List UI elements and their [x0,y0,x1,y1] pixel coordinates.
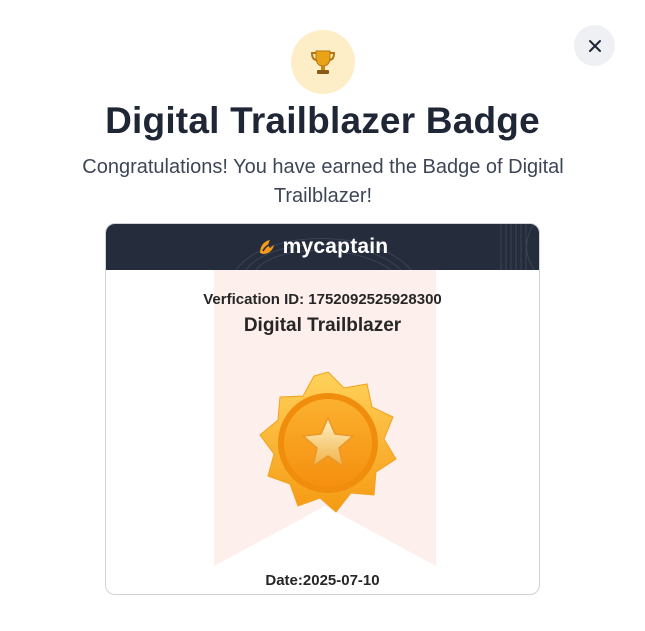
badge-name: Digital Trailblazer [243,315,402,336]
brand-name: mycaptain [282,235,389,258]
star-medal-icon [259,371,397,513]
trophy-badge [291,30,355,94]
badge-certificate: mycaptain Verfication ID: 17520925259283… [105,223,540,595]
trophy-icon [310,50,336,74]
certificate-header: mycaptain [106,224,539,270]
close-button[interactable] [574,25,615,66]
issue-date: Date:2025-07-10 [265,572,380,589]
brand: mycaptain [106,224,539,270]
close-icon [588,39,601,52]
dialog-subtitle: Congratulations! You have earned the Bad… [82,156,564,207]
verification-id: Verfication ID: 1752092525928300 [203,291,442,308]
dialog-title: Digital Trailblazer Badge [105,100,540,141]
mycaptain-logo-icon [259,240,274,254]
